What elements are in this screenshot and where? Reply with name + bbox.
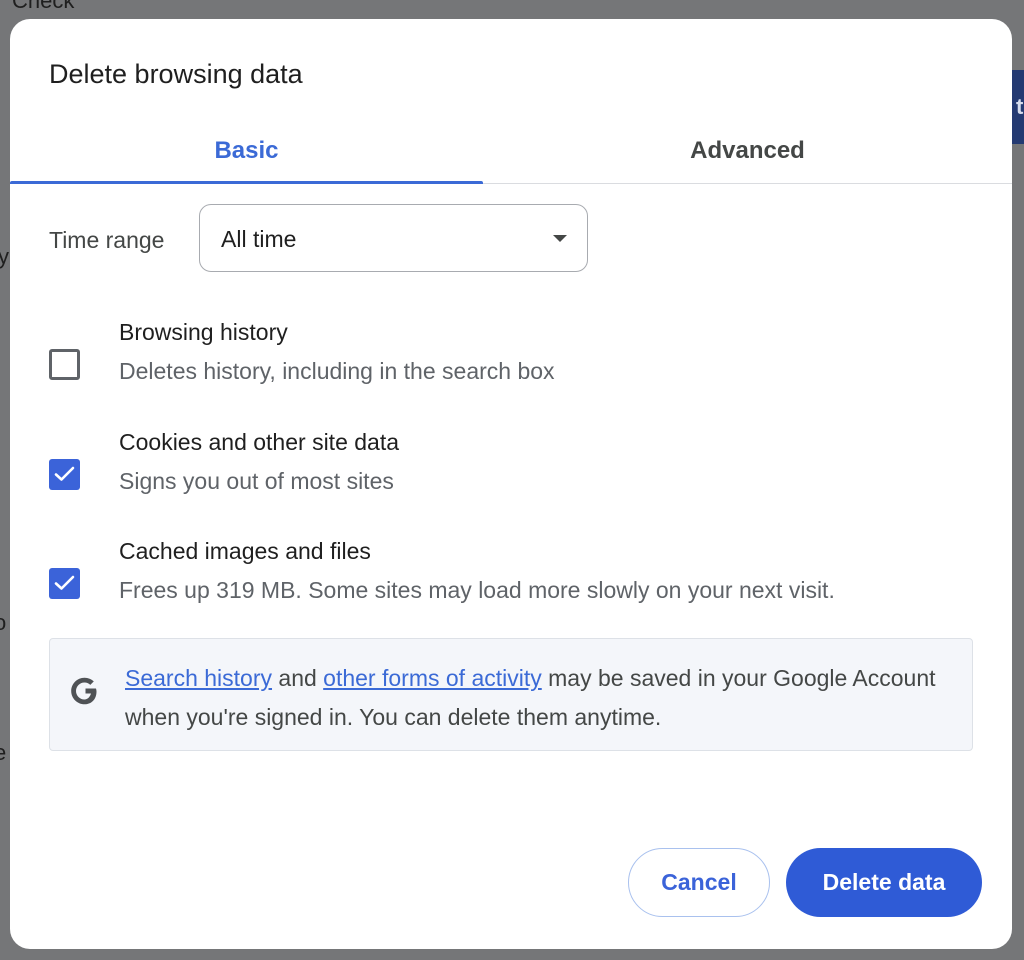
option-description: Frees up 319 MB. Some sites may load mor… (119, 577, 835, 603)
option-title: Cookies and other site data (119, 429, 400, 455)
option-title: Cached images and files (119, 538, 371, 564)
option-description: Deletes history, including in the search… (119, 358, 555, 384)
tab-advanced[interactable]: Advanced (483, 119, 1012, 183)
checkmark-icon (54, 575, 75, 590)
info-text-segment: and (272, 665, 324, 691)
browsing-history-checkbox[interactable] (49, 349, 80, 380)
dropdown-caret-icon (553, 235, 567, 242)
background-text-fragment: o (0, 610, 7, 635)
option-browsing-history: Browsing history Deletes history, includ… (49, 319, 969, 411)
cancel-button[interactable]: Cancel (628, 848, 770, 917)
time-range-select[interactable]: All time (199, 204, 588, 272)
delete-data-button[interactable]: Delete data (786, 848, 982, 917)
option-description: Signs you out of most sites (119, 468, 394, 494)
option-cookies: Cookies and other site data Signs you ou… (49, 429, 969, 521)
checkmark-icon (54, 466, 75, 481)
delete-browsing-data-dialog: Delete browsing data Basic Advanced Time… (10, 19, 1012, 949)
time-range-label: Time range (49, 227, 165, 253)
info-text: Search history and other forms of activi… (125, 659, 945, 737)
other-activity-link[interactable]: other forms of activity (323, 665, 542, 691)
background-text-fragment: e (0, 740, 7, 765)
search-history-link[interactable]: Search history (125, 665, 272, 691)
time-range-value: All time (221, 226, 297, 252)
google-g-icon (71, 677, 97, 705)
background-text-fragment: t (1016, 94, 1024, 119)
tab-bar: Basic Advanced (10, 119, 1012, 184)
option-cached-images: Cached images and files Frees up 319 MB.… (49, 538, 969, 630)
background-text-fragment: y (0, 244, 9, 269)
option-title: Browsing history (119, 319, 288, 345)
cached-images-checkbox[interactable] (49, 568, 80, 599)
tab-basic[interactable]: Basic (10, 119, 483, 184)
google-account-info-box: Search history and other forms of activi… (49, 638, 973, 751)
cookies-checkbox[interactable] (49, 459, 80, 490)
dialog-title: Delete browsing data (49, 59, 303, 89)
background-text-check: Check (12, 0, 75, 13)
